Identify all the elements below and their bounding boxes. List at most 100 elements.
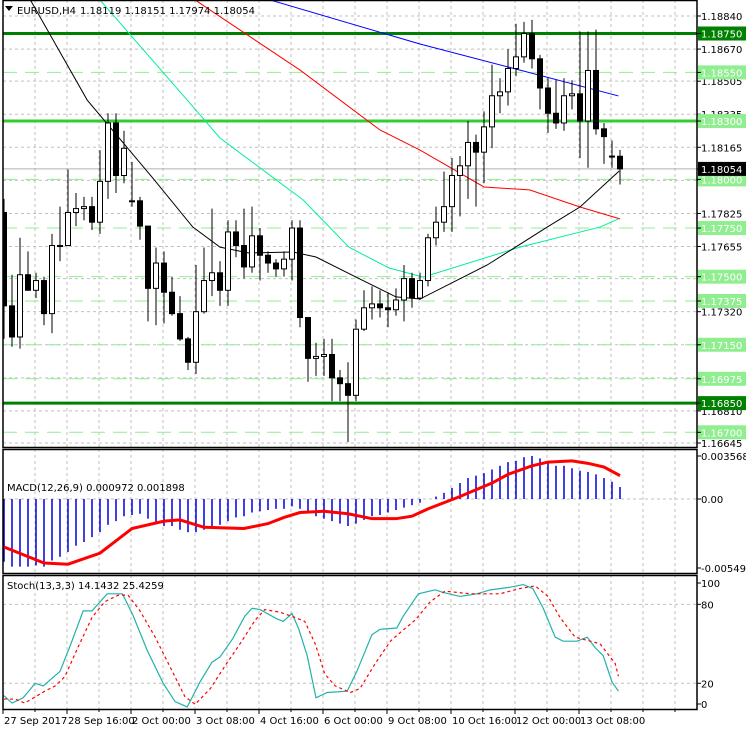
candle-body	[105, 122, 111, 182]
candle-body	[505, 68, 511, 93]
candle-body	[481, 126, 487, 153]
candle-body	[473, 141, 479, 153]
candle-body	[385, 307, 391, 311]
candle-body	[17, 274, 23, 338]
stochastic-pane	[3, 583, 619, 708]
candle-body	[209, 272, 215, 282]
level-price-label: 1.18000	[701, 175, 742, 186]
macd-axis-label: -0.005495	[701, 564, 746, 575]
level-price-label: 1.17500	[701, 273, 742, 284]
price-tick-label: 1.18840	[701, 12, 742, 23]
candle-body	[169, 291, 175, 315]
time-axis[interactable]: 27 Sep 2017 28 Sep 16:002 Oct 00:00 3 Oct …	[2, 710, 676, 727]
level-price-label: 1.16700	[701, 428, 742, 439]
candle-body	[225, 231, 231, 291]
level-price-label: 1.16850	[701, 399, 742, 410]
triangle-down-icon[interactable]	[5, 6, 13, 11]
candle-body	[161, 262, 167, 293]
level-price-label: 1.17750	[701, 224, 742, 235]
candle-body	[377, 303, 383, 309]
time-label: 10 Oct 16:00	[452, 716, 517, 727]
macd-signal-line	[3, 459, 621, 566]
candle-body	[537, 58, 543, 89]
candle-body	[9, 305, 15, 338]
candle-body	[601, 128, 607, 138]
ma-cyan-line	[99, 0, 619, 278]
candle-body	[265, 254, 271, 264]
stoch-main-line	[3, 583, 619, 708]
candle-body	[313, 355, 319, 359]
candle-body	[49, 245, 55, 315]
current-price-label: 1.18054	[701, 165, 742, 176]
candle-body	[321, 353, 327, 357]
ohlc-values: 1.18119 1.18151 1.17974 1.18054	[80, 6, 255, 17]
price-tick-label: 1.17825	[701, 209, 742, 220]
candle-body	[561, 95, 567, 124]
price-tick-label: 1.17320	[701, 308, 742, 319]
candle-body	[593, 69, 599, 130]
candle-body	[73, 208, 79, 213]
stoch-label: Stoch(13,3,3) 14.1432 25.4259	[7, 581, 164, 592]
macd-label: MACD(12,26,9) 0.000972 0.001898	[7, 483, 185, 494]
time-label: 27 Sep 2017	[4, 716, 67, 727]
price-tick-label: 1.17655	[701, 243, 742, 254]
candle-body	[609, 155, 615, 158]
stoch-axis-label: 80	[701, 600, 714, 611]
macd-axis-label: 0.003568	[701, 452, 746, 463]
candle-body	[529, 33, 535, 60]
candle-body	[145, 225, 151, 289]
level-price-label: 1.16975	[701, 375, 742, 386]
candle-body	[425, 237, 431, 282]
candle-body	[241, 245, 247, 268]
stoch-axis-label: 20	[701, 679, 714, 690]
candle-body	[41, 280, 47, 315]
candle-body	[553, 112, 559, 124]
stoch-axis-label: 0	[701, 700, 707, 711]
level-price-label: 1.18300	[701, 117, 742, 128]
candle-body	[433, 221, 439, 239]
candle-body	[65, 211, 71, 247]
macd-axis-label: 0.00	[701, 495, 723, 506]
pane-border	[2, 448, 698, 575]
candle-body	[409, 278, 415, 299]
candle-body	[329, 353, 335, 379]
candle-body	[89, 206, 95, 223]
price-axis[interactable]: 1.183351.179951.174901.171501.169801.188…	[697, 12, 746, 711]
candle-body	[25, 274, 31, 291]
candle-body	[57, 245, 63, 248]
stoch-axis-label: 100	[701, 579, 720, 590]
candle-body	[489, 95, 495, 128]
candle-body	[585, 69, 591, 122]
candle-body	[497, 91, 503, 97]
candle-body	[121, 147, 127, 177]
candle-body	[297, 227, 303, 319]
candle-body	[153, 262, 159, 289]
candle-body	[217, 272, 223, 291]
grid	[3, 0, 697, 710]
price-tick-label: 1.18165	[701, 143, 742, 154]
candle-body	[369, 303, 375, 309]
candle-body	[337, 377, 343, 385]
candle-body	[449, 175, 455, 208]
time-label: 9 Oct 08:00	[388, 716, 447, 727]
candle-body	[193, 311, 199, 363]
price-tick-label: 1.16645	[701, 439, 742, 450]
candle-body	[177, 313, 183, 340]
candle-body	[129, 200, 135, 203]
macd-pane	[3, 455, 621, 567]
candle-body	[465, 141, 471, 167]
candle-body	[81, 206, 87, 210]
candle-body	[201, 280, 207, 313]
candle-body	[545, 87, 551, 114]
level-price-label: 1.18550	[701, 68, 742, 79]
candle-body	[577, 93, 583, 122]
candle-body	[281, 258, 287, 270]
candle-body	[185, 338, 191, 363]
symbol-label: EURUSD,H4	[17, 6, 76, 17]
price-levels[interactable]	[3, 32, 697, 433]
candle-body	[417, 280, 423, 299]
candle-body	[113, 122, 119, 177]
candle-body	[617, 155, 623, 170]
trading-chart[interactable]: 1.183351.179951.174901.171501.169801.188…	[0, 0, 746, 731]
chart-header: EURUSD,H4 1.18119 1.18151 1.17974 1.1805…	[5, 6, 255, 17]
